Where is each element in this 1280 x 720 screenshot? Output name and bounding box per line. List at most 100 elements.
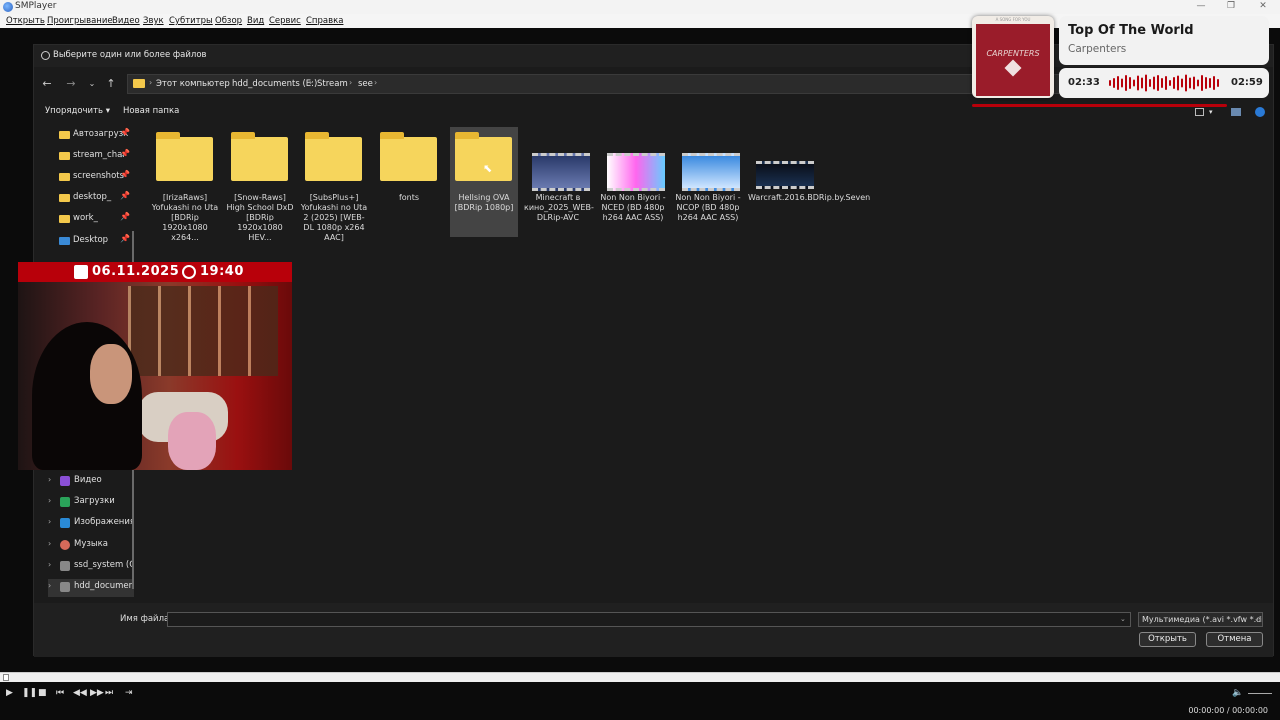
overlay-time: 19:40 bbox=[200, 264, 244, 279]
file-name: [Snow-Raws] High School DxD [BDRip 1920x… bbox=[226, 193, 294, 242]
recent-chevron-down-icon[interactable]: ⌄ bbox=[84, 76, 100, 92]
menu-browse[interactable]: Обзор bbox=[215, 16, 242, 26]
song-title: Top Of The World bbox=[1068, 23, 1194, 38]
overlay-date: 06.11.2025 bbox=[92, 264, 180, 279]
file-item-video[interactable]: Non Non Biyori - NCOP (BD 480p h264 AAC … bbox=[674, 127, 742, 237]
fullscreen-icon[interactable]: ⇥ bbox=[125, 688, 133, 698]
file-item-video[interactable]: Minecraft в кино_2025_WEB-DLRip-AVC bbox=[524, 127, 594, 237]
dialog-footer: Имя файла: ⌄ Мультимедиа (*.avi *.vfw *.… bbox=[34, 603, 1273, 657]
file-item-folder[interactable]: [Snow-Raws] High School DxD [BDRip 1920x… bbox=[226, 127, 294, 242]
minimize-icon[interactable]: — bbox=[1186, 1, 1216, 13]
waveform-bar bbox=[1173, 77, 1175, 89]
open-button[interactable]: Открыть bbox=[1139, 632, 1196, 647]
pause-icon[interactable]: ❚❚ bbox=[22, 688, 37, 698]
seek-handle[interactable] bbox=[3, 674, 9, 681]
breadcrumb-see[interactable]: see bbox=[358, 79, 373, 89]
preview-pane-icon[interactable] bbox=[1231, 108, 1241, 116]
menu-open[interactable]: Открыть bbox=[6, 16, 45, 26]
total-time: 02:59 bbox=[1231, 77, 1263, 88]
folder-icon bbox=[59, 215, 70, 223]
video-icon bbox=[60, 476, 70, 486]
filter-chevron-down-icon[interactable]: ⌄ bbox=[1254, 615, 1260, 623]
file-name: Hellsing OVA [BDRip 1080p] bbox=[454, 193, 514, 212]
audio-waveform bbox=[1109, 74, 1219, 92]
file-item-folder[interactable]: [SubsPlus+] Yofukashi no Uta 2 (2025) [W… bbox=[300, 127, 368, 242]
chevron-right-icon[interactable]: › bbox=[48, 581, 51, 590]
view-mode-icon[interactable] bbox=[1195, 108, 1204, 116]
sidebar-item-music[interactable]: › Музыка bbox=[48, 537, 134, 555]
sidebar-item-downloads[interactable]: › Загрузки bbox=[48, 494, 134, 512]
up-arrow-icon[interactable]: ↑ bbox=[103, 76, 119, 92]
chevron-right-icon[interactable]: › bbox=[48, 539, 51, 548]
sidebar-item-label: work_ bbox=[73, 213, 98, 223]
menu-video[interactable]: Видео bbox=[112, 16, 140, 26]
sidebar-item-videos[interactable]: › Видео bbox=[48, 473, 134, 491]
file-item-folder[interactable]: [IrizaRaws] Yofukashi no Uta [BDRip 1920… bbox=[151, 127, 219, 242]
breadcrumb-drive[interactable]: hdd_documents (E:) bbox=[232, 79, 317, 89]
smplayer-app-icon bbox=[3, 2, 13, 12]
sidebar-item-autoload[interactable]: Автозагрузк 📌 bbox=[59, 127, 134, 145]
folder-icon bbox=[231, 132, 288, 181]
file-name: fonts bbox=[398, 193, 420, 202]
menu-tools[interactable]: Сервис bbox=[269, 16, 301, 26]
volume-slider[interactable] bbox=[1248, 693, 1272, 694]
file-item-folder[interactable]: fonts bbox=[375, 127, 443, 237]
sidebar-item-images[interactable]: › Изображения bbox=[48, 515, 134, 533]
seek-bar[interactable] bbox=[0, 672, 1280, 682]
sidebar-item-label: Изображения bbox=[74, 517, 134, 527]
cancel-button[interactable]: Отмена bbox=[1206, 632, 1263, 647]
forward-icon[interactable]: ▶▶ bbox=[90, 688, 104, 698]
waveform-bar bbox=[1213, 76, 1215, 90]
sidebar-item-stream-char[interactable]: stream_char 📌 bbox=[59, 148, 134, 166]
breadcrumb-this-pc[interactable]: Этот компьютер bbox=[156, 79, 230, 89]
pin-icon: 📌 bbox=[120, 128, 130, 137]
filename-chevron-down-icon[interactable]: ⌄ bbox=[1120, 615, 1126, 623]
file-name: Minecraft в кино_2025_WEB-DLRip-AVC bbox=[524, 193, 594, 222]
waveform-bar bbox=[1137, 75, 1139, 91]
back-arrow-icon[interactable]: ← bbox=[39, 76, 55, 92]
sidebar-item-label: Музыка bbox=[74, 539, 108, 549]
forward-arrow-icon[interactable]: → bbox=[63, 76, 79, 92]
rewind-icon[interactable]: ◀◀ bbox=[73, 688, 87, 698]
sidebar-item-ssd-system[interactable]: › ssd_system (C:) bbox=[48, 558, 134, 576]
sidebar-item-desktop-underscore[interactable]: desktop_ 📌 bbox=[59, 190, 134, 208]
sidebar-item-screenshots[interactable]: screenshots 📌 bbox=[59, 169, 134, 187]
menu-subtitles[interactable]: Субтитры bbox=[169, 16, 213, 26]
file-type-filter[interactable]: Мультимедиа (*.avi *.vfw *.div bbox=[1138, 612, 1263, 627]
sidebar-item-label: ssd_system (C:) bbox=[74, 560, 134, 570]
sidebar-item-work[interactable]: work_ 📌 bbox=[59, 211, 134, 229]
volume-icon[interactable]: 🔈 bbox=[1232, 688, 1243, 698]
help-icon[interactable] bbox=[1255, 107, 1265, 117]
filename-input[interactable] bbox=[167, 612, 1131, 627]
forward-far-icon[interactable]: ⏭ bbox=[105, 688, 113, 698]
folder-icon bbox=[59, 173, 70, 181]
folder-icon bbox=[156, 132, 213, 181]
close-icon[interactable]: ✕ bbox=[1248, 1, 1278, 13]
breadcrumb-stream[interactable]: Stream bbox=[317, 79, 348, 89]
file-item-video[interactable]: Warcraft.2016.BDRip.by.Seven bbox=[748, 127, 870, 237]
waveform-bar bbox=[1161, 78, 1163, 88]
chevron-right-icon[interactable]: › bbox=[48, 560, 51, 569]
view-chevron-down-icon[interactable]: ▾ bbox=[1209, 108, 1213, 116]
file-item-folder-selected[interactable]: ⬉ Hellsing OVA [BDRip 1080p] bbox=[450, 127, 518, 237]
video-thumbnail bbox=[532, 153, 590, 191]
waveform-bar bbox=[1177, 75, 1179, 91]
menu-playback[interactable]: Проигрывание bbox=[47, 16, 113, 26]
menu-view[interactable]: Вид bbox=[247, 16, 264, 26]
sidebar-item-label: desktop_ bbox=[73, 192, 112, 202]
sidebar-item-desktop[interactable]: Desktop 📌 bbox=[59, 233, 134, 251]
rewind-far-icon[interactable]: ⏮ bbox=[56, 688, 64, 698]
chevron-right-icon[interactable]: › bbox=[48, 475, 51, 484]
menu-audio[interactable]: Звук bbox=[143, 16, 164, 26]
album-logo: CARPENTERS bbox=[986, 49, 1040, 58]
maximize-icon[interactable]: ❐ bbox=[1216, 1, 1246, 13]
chevron-right-icon[interactable]: › bbox=[48, 496, 51, 505]
new-folder-button[interactable]: Новая папка bbox=[123, 106, 179, 116]
sidebar-item-hdd-documents[interactable]: › hdd_document bbox=[48, 579, 134, 597]
play-icon[interactable]: ▶ bbox=[6, 688, 13, 698]
chevron-right-icon[interactable]: › bbox=[48, 517, 51, 526]
menu-help[interactable]: Справка bbox=[306, 16, 343, 26]
organize-button[interactable]: Упорядочить ▾ bbox=[45, 106, 110, 116]
stop-icon[interactable]: ■ bbox=[38, 688, 47, 698]
file-item-video[interactable]: Non Non Biyori - NCED (BD 480p h264 AAC … bbox=[599, 127, 667, 237]
